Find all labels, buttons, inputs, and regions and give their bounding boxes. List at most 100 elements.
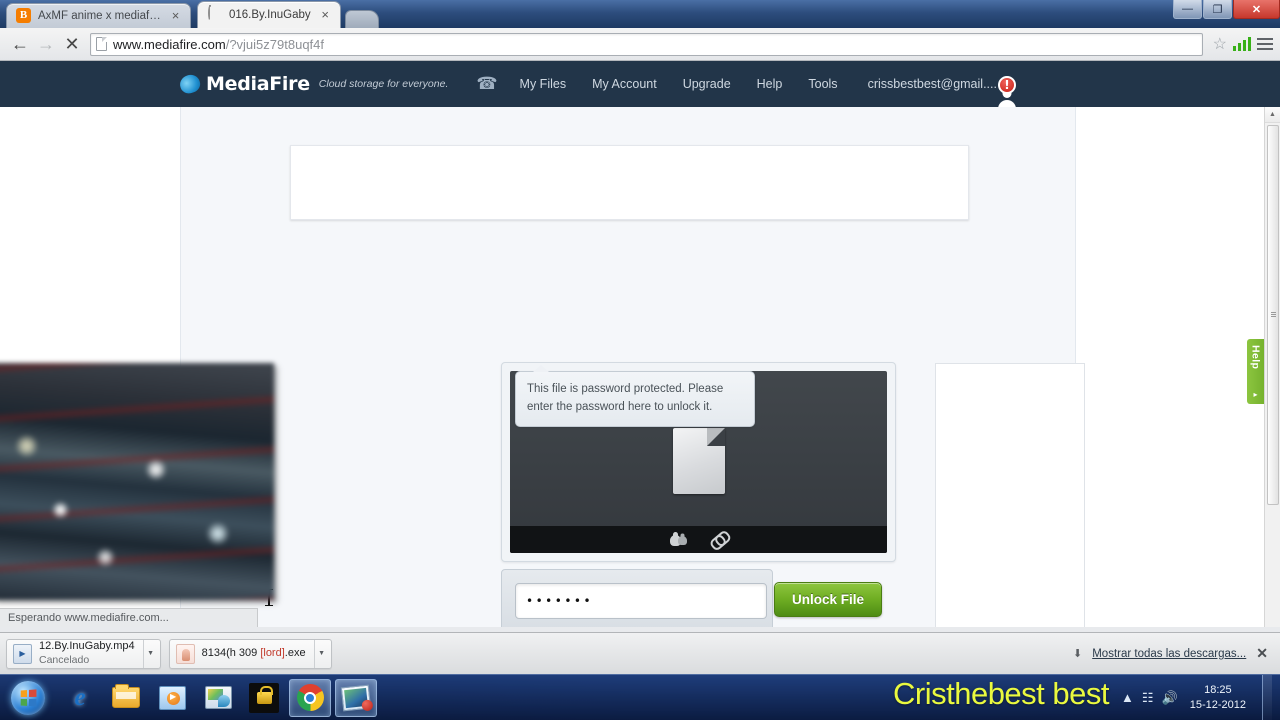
nav-item-my-account[interactable]: My Account: [592, 77, 657, 91]
address-bar-url: www.mediafire.com/?vjui5z79t8uqf4f: [113, 36, 324, 52]
browser-toolbar: ← → ✕ www.mediafire.com/?vjui5z79t8uqf4f…: [0, 28, 1280, 61]
unlock-file-button[interactable]: Unlock File: [774, 582, 882, 617]
show-hidden-icons-arrow-icon[interactable]: ▲: [1121, 690, 1134, 705]
chrome-browser-window: B AxMF anime x mediafire: × 016.By.InuGa…: [0, 0, 1280, 632]
nav-item-tools[interactable]: Tools: [808, 77, 837, 91]
mediafire-logo-text: MediaFire: [206, 73, 310, 95]
exe-file-icon: [175, 643, 195, 664]
taskbar-clock[interactable]: 18:25 15-12-2012: [1186, 683, 1250, 712]
scrollbar-thumb[interactable]: [1267, 125, 1279, 505]
page-scrollbar[interactable]: ▲: [1264, 107, 1280, 627]
new-tab-button[interactable]: [344, 10, 379, 28]
chevron-right-icon: ▸: [1253, 390, 1258, 399]
show-all-downloads-link[interactable]: Mostrar todas las descargas...: [1092, 648, 1246, 660]
hamburger-menu-icon[interactable]: [1257, 38, 1273, 50]
bookmark-star-icon[interactable]: ☆: [1213, 34, 1227, 54]
nav-item-my-files[interactable]: My Files: [520, 77, 567, 91]
chevron-down-icon[interactable]: ▼: [313, 639, 329, 668]
signal-bars-icon[interactable]: [1233, 37, 1251, 51]
content-sheet: 016.By.InuGaby ••••••• Unlock: [180, 107, 1085, 627]
taskbar-item-paint[interactable]: [197, 679, 239, 717]
system-tray: ▲ ☷ 🔊 18:25 15-12-2012: [1121, 674, 1280, 720]
link-chain-icon[interactable]: [707, 528, 730, 550]
scroll-up-arrow-icon[interactable]: ▲: [1265, 107, 1280, 123]
taskbar-pinned-items: e: [59, 678, 377, 717]
file-action-bar: [510, 526, 887, 553]
left-ad-image-top[interactable]: [0, 363, 274, 600]
loading-status-bubble: Esperando www.mediafire.com...: [0, 608, 258, 627]
taskbar-item-explorer[interactable]: [105, 679, 147, 717]
windows-start-orb-icon: [11, 680, 45, 715]
windows-media-player-icon: [158, 685, 186, 710]
account-email-label[interactable]: crissbestbest@gmail....: [868, 77, 997, 91]
download-item-2-text: 8134(h 309 [lord].exe: [202, 647, 306, 661]
start-button[interactable]: [3, 678, 53, 718]
notification-badge[interactable]: !: [997, 76, 1016, 94]
minimize-button[interactable]: —: [1173, 0, 1202, 19]
forward-button[interactable]: →: [33, 31, 59, 57]
help-side-tab[interactable]: Help ▸: [1247, 339, 1264, 404]
back-button[interactable]: ←: [7, 31, 33, 57]
photo-viewer-icon: [340, 684, 372, 711]
mediafire-page-body: 016.By.InuGaby ••••••• Unlock: [0, 107, 1280, 627]
download-shelf: 12.By.InuGaby.mp4 Cancelado ▼ 8134(h 309…: [0, 632, 1280, 674]
download-item-1-status: Cancelado: [39, 653, 90, 666]
nav-item-upgrade[interactable]: Upgrade: [683, 77, 731, 91]
close-icon[interactable]: ×: [319, 8, 332, 22]
address-bar[interactable]: www.mediafire.com/?vjui5z79t8uqf4f: [90, 32, 1203, 56]
download-item-1-text: 12.By.InuGaby.mp4 Cancelado: [39, 640, 135, 667]
restore-button[interactable]: ❐: [1203, 0, 1232, 19]
taskbar-item-photo-viewer[interactable]: [335, 678, 377, 717]
browser-tab-2-title: 016.By.InuGaby: [229, 9, 311, 21]
browser-tab-2[interactable]: 016.By.InuGaby ×: [197, 1, 341, 28]
close-download-shelf-button[interactable]: ✕: [1256, 645, 1268, 662]
mediafire-tagline: Cloud storage for everyone.: [318, 78, 449, 90]
video-watermark-text: Cristhebest best: [893, 676, 1110, 711]
phone-icon[interactable]: ☎: [476, 74, 497, 94]
close-icon[interactable]: ×: [169, 9, 182, 23]
screen-root: B AxMF anime x mediafire: × 016.By.InuGa…: [0, 0, 1280, 720]
users-share-icon[interactable]: [670, 533, 687, 546]
mp4-file-icon: [13, 643, 32, 664]
internet-explorer-icon: e: [74, 683, 86, 711]
password-bar: •••••••: [501, 569, 773, 627]
stop-loading-button[interactable]: ✕: [59, 31, 85, 57]
page-viewport: MediaFire Cloud storage for everyone. ☎ …: [0, 61, 1280, 627]
network-icon[interactable]: ☷: [1142, 690, 1154, 706]
right-ad-banner[interactable]: [especialistas]: [935, 363, 1085, 627]
nav-item-help[interactable]: Help: [757, 77, 783, 91]
document-file-icon: [672, 428, 725, 494]
google-chrome-icon: [296, 684, 324, 711]
download-arrow-icon: ⬇: [1073, 648, 1083, 660]
right-ad-text: [especialistas]: [936, 626, 1084, 627]
close-window-button[interactable]: ✕: [1233, 0, 1280, 19]
taskbar-item-chrome[interactable]: [289, 678, 331, 717]
download-item-2[interactable]: 8134(h 309 [lord].exe ▼: [168, 638, 332, 669]
download-item-1[interactable]: 12.By.InuGaby.mp4 Cancelado ▼: [6, 638, 161, 669]
password-tooltip-line-1: This file is password protected. Please: [527, 383, 724, 395]
volume-icon[interactable]: 🔊: [1162, 690, 1178, 706]
blogger-icon: B: [16, 8, 32, 24]
mediafire-flame-icon: [177, 72, 203, 96]
lock-padlock-icon: [249, 682, 279, 713]
loading-spinner-icon: [207, 5, 223, 23]
browser-tab-1[interactable]: B AxMF anime x mediafire: ×: [6, 3, 191, 28]
window-controls: — ❐ ✕: [1172, 0, 1280, 20]
taskbar-item-internet-explorer[interactable]: e: [59, 679, 101, 717]
chevron-down-icon[interactable]: ▼: [142, 639, 158, 668]
help-side-tab-label: Help: [1249, 345, 1262, 370]
show-desktop-button[interactable]: [1262, 674, 1272, 720]
clock-time: 18:25: [1204, 684, 1232, 697]
mediafire-site-header: MediaFire Cloud storage for everyone. ☎ …: [0, 61, 1280, 107]
tab-strip: B AxMF anime x mediafire: × 016.By.InuGa…: [0, 0, 1280, 28]
taskbar-item-locker[interactable]: [243, 679, 285, 717]
paint-icon: [204, 686, 232, 709]
mediafire-nav: My Files My Account Upgrade Help Tools: [520, 77, 838, 91]
top-ad-banner[interactable]: [290, 145, 969, 220]
windows-explorer-folder-icon: [112, 684, 140, 708]
password-tooltip: This file is password protected. Please …: [515, 364, 755, 427]
password-input[interactable]: •••••••: [515, 583, 767, 619]
mediafire-logo[interactable]: MediaFire Cloud storage for everyone.: [177, 72, 449, 96]
clock-date: 15-12-2012: [1189, 698, 1246, 711]
taskbar-item-media-player[interactable]: [151, 679, 193, 717]
